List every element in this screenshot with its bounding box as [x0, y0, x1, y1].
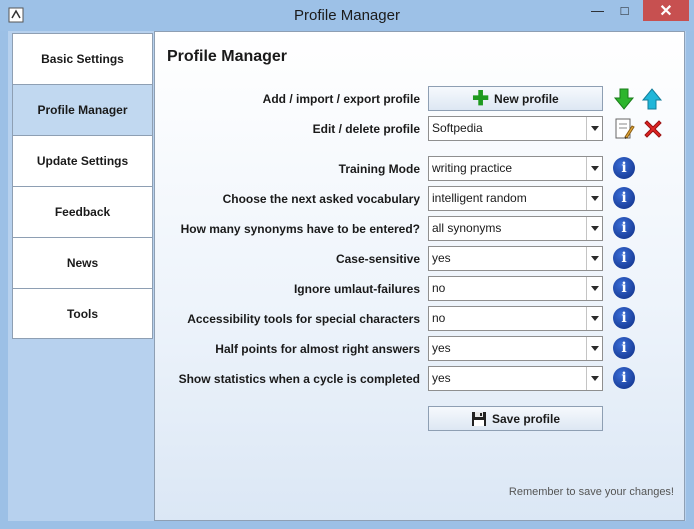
- new-profile-button[interactable]: ✚ New profile: [428, 86, 603, 111]
- add-profile-row: Add / import / export profile ✚ New prof…: [155, 86, 686, 112]
- setting-label: Half points for almost right answers: [215, 342, 420, 356]
- floppy-disk-icon: [471, 411, 486, 426]
- sidebar: Basic Settings Profile Manager Update Se…: [12, 33, 153, 339]
- chevron-down-icon: [586, 337, 602, 360]
- info-icon[interactable]: i: [613, 337, 635, 359]
- minimize-button[interactable]: —: [584, 0, 611, 21]
- select-value: yes: [432, 371, 451, 385]
- chevron-down-icon: [586, 367, 602, 390]
- plus-icon: ✚: [472, 87, 490, 110]
- setting-row: Choose the next asked vocabulary intelli…: [155, 186, 686, 212]
- setting-row: Show statistics when a cycle is complete…: [155, 366, 686, 392]
- chevron-down-icon: [586, 247, 602, 270]
- select-value: no: [432, 311, 446, 325]
- sidebar-item-basic-settings[interactable]: Basic Settings: [12, 33, 153, 84]
- setting-row: Half points for almost right answers yes…: [155, 336, 686, 362]
- delete-x-icon[interactable]: [641, 117, 665, 141]
- half-points-select[interactable]: yes: [428, 336, 603, 361]
- save-profile-label: Save profile: [491, 411, 561, 426]
- chevron-down-icon: [586, 277, 602, 300]
- sidebar-item-news[interactable]: News: [12, 237, 153, 288]
- select-value: writing practice: [432, 161, 513, 175]
- setting-label: Ignore umlaut-failures: [293, 282, 420, 296]
- maximize-button[interactable]: □: [611, 0, 638, 21]
- info-icon[interactable]: i: [613, 247, 635, 269]
- setting-row: Accessibility tools for special characte…: [155, 306, 686, 332]
- info-icon[interactable]: i: [613, 157, 635, 179]
- show-statistics-select[interactable]: yes: [428, 366, 603, 391]
- chevron-down-icon: [586, 307, 602, 330]
- select-value: all synonyms: [432, 221, 502, 235]
- close-button[interactable]: ✕: [643, 0, 689, 21]
- new-profile-button-label: New profile: [494, 91, 559, 106]
- profile-select[interactable]: Softpedia: [428, 116, 603, 141]
- info-icon[interactable]: i: [613, 187, 635, 209]
- profile-select-value: Softpedia: [432, 121, 483, 135]
- setting-row: How many synonyms have to be entered? al…: [155, 216, 686, 242]
- edit-profile-label: Edit / delete profile: [312, 122, 420, 136]
- page-title: Profile Manager: [167, 48, 288, 65]
- setting-label: Training Mode: [338, 162, 420, 176]
- edit-document-icon[interactable]: [613, 117, 635, 141]
- import-down-arrow-icon[interactable]: [613, 87, 635, 111]
- setting-label: Choose the next asked vocabulary: [222, 192, 420, 206]
- select-value: yes: [432, 341, 451, 355]
- setting-label: Show statistics when a cycle is complete…: [178, 372, 420, 386]
- select-value: no: [432, 281, 446, 295]
- profile-manager-panel: Profile Manager Add / import / export pr…: [154, 31, 685, 521]
- chevron-down-icon: [586, 157, 602, 180]
- chevron-down-icon: [586, 217, 602, 240]
- setting-label: Case-sensitive: [335, 252, 420, 266]
- add-profile-label: Add / import / export profile: [262, 92, 420, 106]
- setting-row: Training Mode writing practice i: [155, 156, 686, 182]
- synonyms-select[interactable]: all synonyms: [428, 216, 603, 241]
- accessibility-tools-select[interactable]: no: [428, 306, 603, 331]
- info-icon[interactable]: i: [613, 367, 635, 389]
- client-area: Basic Settings Profile Manager Update Se…: [8, 31, 686, 521]
- chevron-down-icon: [586, 117, 602, 140]
- save-profile-button[interactable]: Save profile: [428, 406, 603, 431]
- select-value: yes: [432, 251, 451, 265]
- setting-row: Case-sensitive yes i: [155, 246, 686, 272]
- export-up-arrow-icon[interactable]: [641, 87, 663, 111]
- training-mode-select[interactable]: writing practice: [428, 156, 603, 181]
- sidebar-item-tools[interactable]: Tools: [12, 288, 153, 339]
- case-sensitive-select[interactable]: yes: [428, 246, 603, 271]
- footer-note: Remember to save your changes!: [508, 486, 674, 498]
- setting-label: Accessibility tools for special characte…: [187, 312, 420, 326]
- info-icon[interactable]: i: [613, 277, 635, 299]
- info-icon[interactable]: i: [613, 307, 635, 329]
- ignore-umlaut-select[interactable]: no: [428, 276, 603, 301]
- edit-profile-row: Edit / delete profile Softpedia: [155, 116, 686, 142]
- setting-label: How many synonyms have to be entered?: [180, 222, 420, 236]
- setting-row: Ignore umlaut-failures no i: [155, 276, 686, 302]
- chevron-down-icon: [586, 187, 602, 210]
- sidebar-item-feedback[interactable]: Feedback: [12, 186, 153, 237]
- sidebar-item-profile-manager[interactable]: Profile Manager: [12, 84, 153, 135]
- select-value: intelligent random: [432, 191, 527, 205]
- info-icon[interactable]: i: [613, 217, 635, 239]
- sidebar-item-update-settings[interactable]: Update Settings: [12, 135, 153, 186]
- title-bar: Profile Manager — □ ✕: [0, 0, 694, 31]
- next-vocabulary-select[interactable]: intelligent random: [428, 186, 603, 211]
